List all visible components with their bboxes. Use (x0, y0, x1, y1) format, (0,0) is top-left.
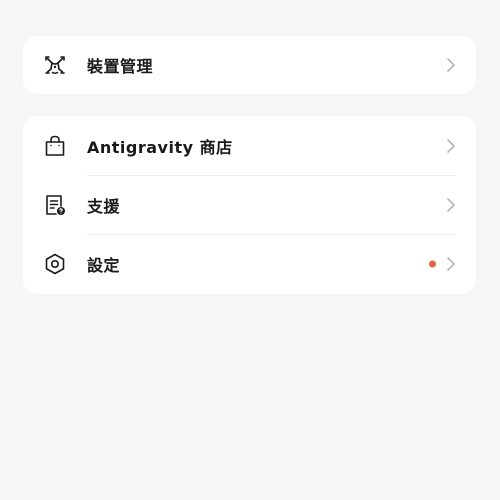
shopping-bag-icon (43, 134, 67, 158)
store-label: Antigravity 商店 (87, 137, 233, 157)
settings-label: 設定 (87, 255, 121, 275)
chevron-right-icon (446, 256, 456, 272)
settings-row[interactable]: 設定 (23, 234, 476, 293)
device-management-row[interactable]: 裝置管理 (23, 36, 476, 94)
drone-icon (43, 53, 67, 77)
store-row[interactable]: Antigravity 商店 (23, 116, 476, 175)
settings-hexagon-icon (43, 252, 67, 276)
support-label: 支援 (87, 196, 121, 216)
menu-card: Antigravity 商店 支援 設定 (23, 116, 476, 294)
chevron-right-icon (446, 57, 456, 73)
device-management-label: 裝置管理 (87, 57, 154, 76)
support-document-icon (43, 193, 67, 217)
device-management-card: 裝置管理 (23, 36, 476, 94)
support-row[interactable]: 支援 (23, 175, 476, 234)
chevron-right-icon (446, 197, 456, 213)
notification-dot (429, 260, 436, 267)
chevron-right-icon (446, 138, 456, 154)
